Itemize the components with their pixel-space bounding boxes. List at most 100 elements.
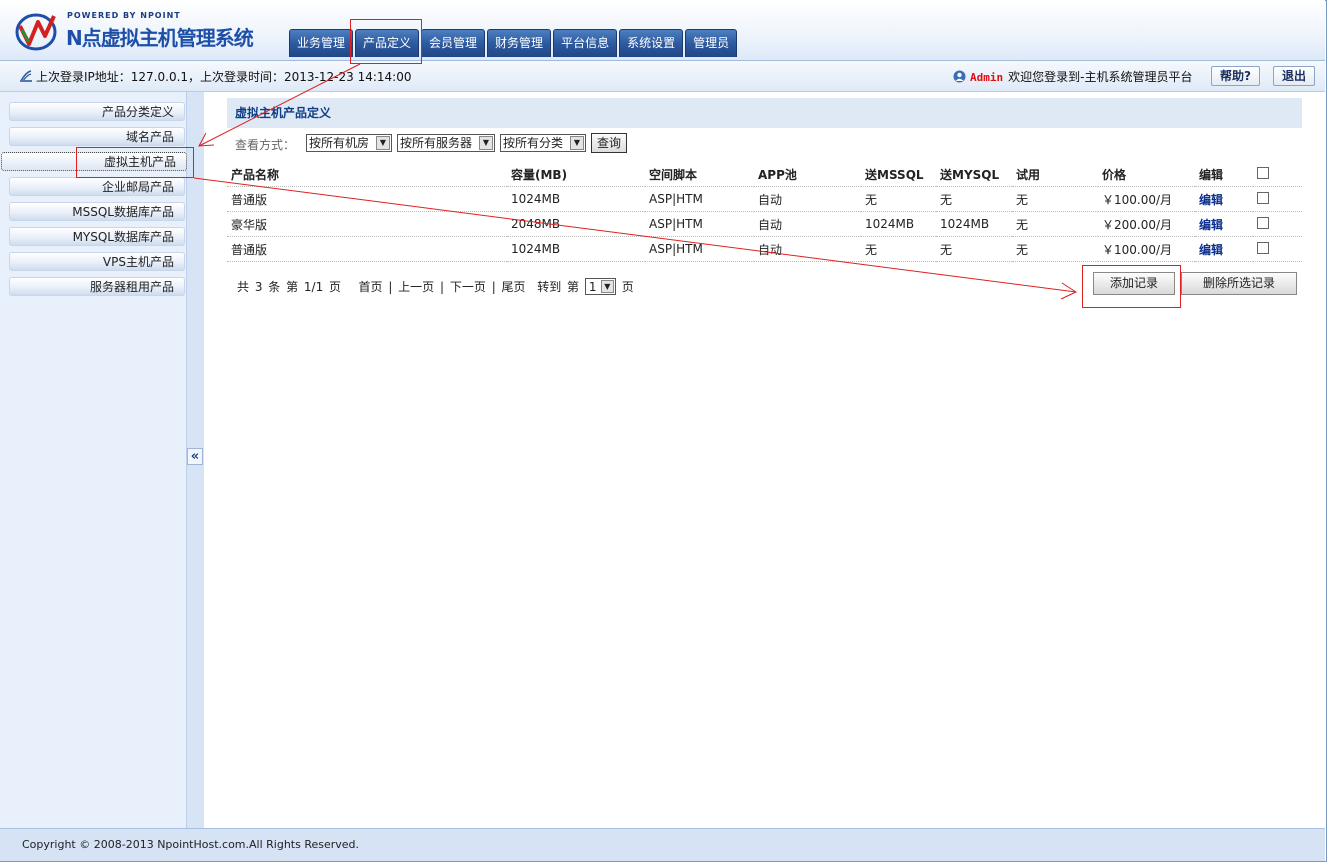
sidebar-item-mysql-products[interactable]: MYSQL数据库产品	[9, 227, 185, 246]
column-header: 容量(MB)	[511, 167, 568, 182]
table-row: 普通版 1024MB ASP|HTM 自动 无 无 无 ￥100.00/月 编辑	[227, 186, 1302, 212]
brand-name: N点虚拟主机管理系统	[66, 26, 254, 50]
column-header: 编辑	[1199, 167, 1224, 182]
app-pool-cell: 自动	[754, 211, 861, 237]
capacity-cell: 2048MB	[507, 211, 645, 237]
page-select[interactable]: 1 ▼	[584, 278, 616, 295]
user-icon	[953, 70, 966, 83]
mysql-cell: 无	[936, 186, 1012, 212]
select-all-checkbox[interactable]	[1257, 166, 1269, 179]
products-table: 产品名称 容量(MB) 空间脚本 APP池 送MSSQL 送MYSQL 试用 价…	[227, 162, 1302, 262]
next-page-link[interactable]: 下一页	[450, 280, 486, 294]
sidebar-item-mail-products[interactable]: 企业邮局产品	[9, 177, 185, 196]
mssql-cell: 无	[861, 236, 936, 262]
collapse-sidebar-button[interactable]: «	[187, 448, 203, 465]
tab-finance[interactable]: 财务管理	[487, 29, 552, 57]
delete-selected-button[interactable]: 删除所选记录	[1181, 272, 1297, 295]
tab-product-definition[interactable]: 产品定义	[355, 29, 420, 57]
select-cell	[1253, 236, 1302, 262]
category-select-value: 按所有分类	[503, 136, 564, 150]
select-all-cell	[1253, 162, 1302, 187]
welcome-text: 欢迎您登录到-主机系统管理员平台	[1008, 70, 1193, 84]
pagination: 共 3 条 第 1/1 页 首页 | 上一页 | 下一页 | 尾页 转到 第 1…	[237, 278, 634, 295]
goto-label: 转到 第	[537, 280, 580, 294]
tab-members[interactable]: 会员管理	[421, 29, 486, 57]
app-pool-cell: 自动	[754, 186, 861, 212]
product-name-cell: 普通版	[227, 236, 507, 262]
first-page-link[interactable]: 首页	[358, 280, 382, 294]
column-header: 产品名称	[231, 167, 280, 182]
footer: Copyright © 2008-2013 NpointHost.com.All…	[0, 828, 1325, 861]
sidebar-item-domain-products[interactable]: 域名产品	[9, 127, 185, 146]
room-select-value: 按所有机房	[309, 136, 370, 150]
trial-cell: 无	[1012, 236, 1098, 262]
copyright-text: Copyright © 2008-2013 NpointHost.com.All…	[22, 838, 360, 851]
tab-platform-info[interactable]: 平台信息	[553, 29, 618, 57]
info-bar: 上次登录IP地址：127.0.0.1，上次登录时间：2013-12-23 14:…	[0, 61, 1325, 92]
edit-link[interactable]: 编辑	[1199, 218, 1223, 232]
sidebar-item-product-categories[interactable]: 产品分类定义	[9, 102, 185, 121]
sidebar-item-virtual-host-products[interactable]: 虚拟主机产品	[1, 152, 187, 171]
column-header: 试用	[1016, 167, 1041, 182]
server-select-value: 按所有服务器	[400, 136, 473, 150]
server-select[interactable]: 按所有服务器 ▼	[397, 134, 495, 152]
filter-label: 查看方式：	[235, 138, 296, 152]
column-header: APP池	[758, 167, 797, 182]
add-record-button[interactable]: 添加记录	[1093, 272, 1175, 295]
chevron-down-icon: ▼	[570, 136, 584, 150]
edit-cell: 编辑	[1195, 236, 1253, 262]
column-header: 送MYSQL	[940, 167, 1000, 182]
row-checkbox[interactable]	[1257, 216, 1269, 229]
price-cell: ￥100.00/月	[1098, 236, 1195, 262]
tab-administrators[interactable]: 管理员	[685, 29, 738, 57]
welcome-area: Admin 欢迎您登录到-主机系统管理员平台	[953, 68, 1192, 85]
last-login-info: 上次登录IP地址：127.0.0.1，上次登录时间：2013-12-23 14:…	[20, 68, 411, 85]
sidebar-item-vps-products[interactable]: VPS主机产品	[9, 252, 185, 271]
row-checkbox[interactable]	[1257, 241, 1269, 254]
last-login-text: 上次登录IP地址：127.0.0.1，上次登录时间：2013-12-23 14:…	[36, 70, 412, 84]
logout-button[interactable]: 退出	[1273, 66, 1316, 86]
column-header: 价格	[1102, 167, 1127, 182]
chevron-down-icon: ▼	[376, 136, 390, 150]
last-page-link[interactable]: 尾页	[502, 280, 526, 294]
filter-bar: 查看方式： 按所有机房 ▼ 按所有服务器 ▼ 按所有分类 ▼ 查询	[227, 132, 1302, 156]
tab-system-settings[interactable]: 系统设置	[619, 29, 684, 57]
query-button[interactable]: 查询	[591, 133, 628, 153]
price-cell: ￥100.00/月	[1098, 186, 1195, 212]
logo: POWERED BY NPOINT N点虚拟主机管理系统	[12, 8, 262, 54]
edit-link[interactable]: 编辑	[1199, 193, 1223, 207]
top-nav: 业务管理 产品定义 会员管理 财务管理 平台信息 系统设置 管理员	[289, 29, 739, 57]
page-select-value: 1	[588, 280, 597, 294]
product-name-cell: 普通版	[227, 186, 507, 212]
network-icon	[20, 70, 32, 82]
sidebar-item-mssql-products[interactable]: MSSQL数据库产品	[9, 202, 185, 221]
price-cell: ￥200.00/月	[1098, 211, 1195, 237]
help-button[interactable]: 帮助?	[1211, 66, 1260, 86]
prev-page-link[interactable]: 上一页	[398, 280, 434, 294]
tab-business[interactable]: 业务管理	[289, 29, 354, 57]
edit-link[interactable]: 编辑	[1199, 243, 1223, 257]
sidebar: 产品分类定义 域名产品 虚拟主机产品 企业邮局产品 MSSQL数据库产品 MYS…	[0, 92, 187, 828]
header: POWERED BY NPOINT N点虚拟主机管理系统 业务管理 产品定义 会…	[0, 0, 1325, 61]
row-checkbox[interactable]	[1257, 191, 1269, 204]
category-select[interactable]: 按所有分类 ▼	[500, 134, 586, 152]
pager-summary: 共 3 条 第 1/1 页	[237, 280, 342, 294]
script-cell: ASP|HTM	[645, 186, 754, 212]
mysql-cell: 1024MB	[936, 211, 1012, 237]
capacity-cell: 1024MB	[507, 236, 645, 262]
sidebar-item-server-rental-products[interactable]: 服务器租用产品	[9, 277, 185, 296]
logo-icon	[15, 13, 57, 51]
mssql-cell: 无	[861, 186, 936, 212]
table-row: 豪华版 2048MB ASP|HTM 自动 1024MB 1024MB 无 ￥2…	[227, 211, 1302, 237]
chevron-down-icon: ▼	[479, 136, 493, 150]
column-header: 空间脚本	[649, 167, 698, 182]
room-select[interactable]: 按所有机房 ▼	[306, 134, 392, 152]
edit-cell: 编辑	[1195, 211, 1253, 237]
mysql-cell: 无	[936, 236, 1012, 262]
column-header: 送MSSQL	[865, 167, 924, 182]
script-cell: ASP|HTM	[645, 236, 754, 262]
table-header-row: 产品名称 容量(MB) 空间脚本 APP池 送MSSQL 送MYSQL 试用 价…	[227, 162, 1302, 187]
product-name-cell: 豪华版	[227, 211, 507, 237]
script-cell: ASP|HTM	[645, 211, 754, 237]
table-row: 普通版 1024MB ASP|HTM 自动 无 无 无 ￥100.00/月 编辑	[227, 236, 1302, 262]
